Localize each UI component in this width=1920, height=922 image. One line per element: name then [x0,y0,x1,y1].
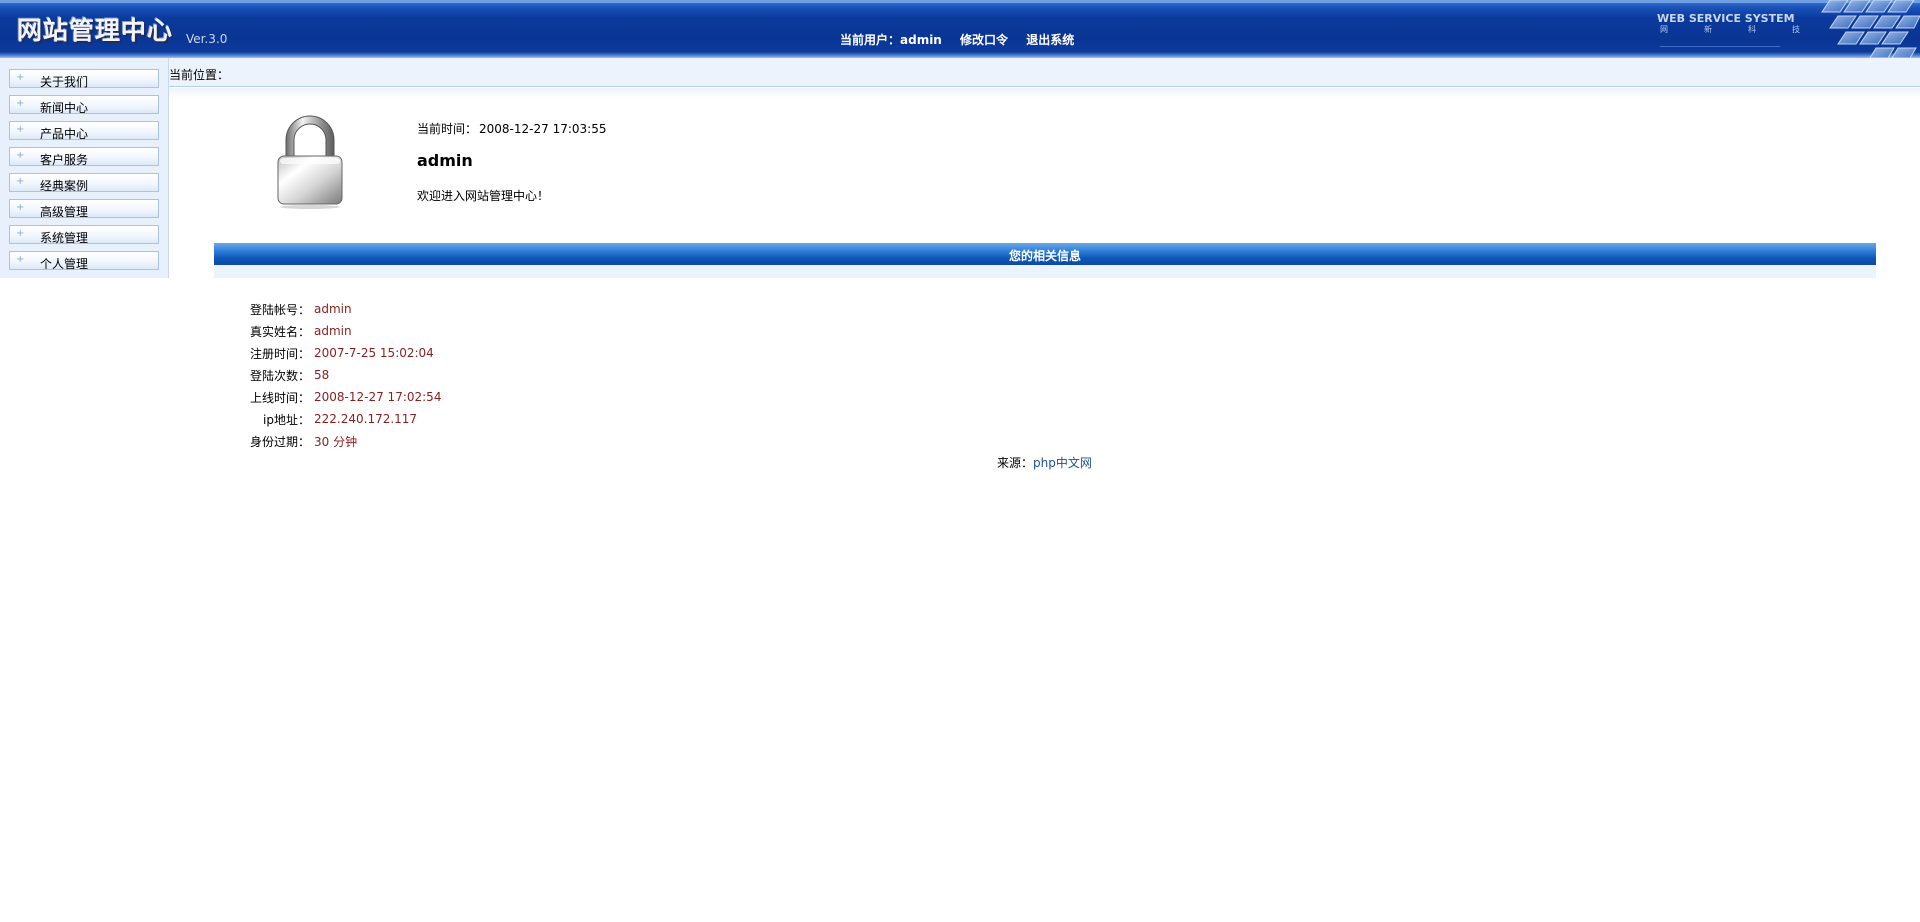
info-key: 登陆次数： [249,368,310,383]
info-section-header: 您的相关信息 [214,243,1876,265]
sidebar-item-advanced[interactable]: + 高级管理 [9,199,159,219]
info-key: ip地址： [263,412,310,427]
plus-icon: + [16,124,25,135]
plus-icon: + [16,228,25,239]
table-row: ip地址： 222.240.172.117 [240,408,441,430]
current-time-label: 当前时间： [417,122,478,136]
info-value: 2007-7-25 15:02:04 [314,346,434,360]
change-password-link[interactable]: 修改口令 [960,33,1008,47]
info-value: 222.240.172.117 [314,412,418,426]
sidebar-item-label: 关于我们 [40,75,89,89]
breadcrumb: 当前位置： [169,68,230,82]
source-link[interactable]: php中文网 [1033,456,1092,470]
info-section-band [214,265,1876,278]
info-section-title: 您的相关信息 [1008,249,1081,263]
logout-link[interactable]: 退出系统 [1026,33,1074,47]
info-key: 身份过期： [249,434,310,449]
plus-icon: + [16,202,25,213]
current-user-label: 当前用户：admin [840,33,942,47]
info-value: 30 分钟 [314,434,358,449]
table-row: 注册时间： 2007-7-25 15:02:04 [240,342,441,364]
brand-chinese: 网 新 科 技 [1660,24,1800,35]
top-nav: 当前用户：admin 修改口令 退出系统 [840,31,1088,48]
brand-char: 科 [1748,25,1756,34]
sidebar-item-cases[interactable]: + 经典案例 [9,173,159,193]
sidebar-item-label: 新闻中心 [40,101,89,115]
sidebar-item-label: 产品中心 [40,127,89,141]
glass-tiles-decoration [1821,0,1920,58]
source-credit: 来源：php中文网 [997,454,1092,471]
info-value: admin [314,302,352,316]
sidebar-item-products[interactable]: + 产品中心 [9,121,159,141]
info-key: 真实姓名： [249,324,310,339]
sidebar-item-about[interactable]: + 关于我们 [9,69,159,89]
info-value: admin [314,324,352,338]
header-banner: 网站管理中心 Ver.3.0 当前用户：admin 修改口令 退出系统 WEB … [0,0,1920,58]
sidebar-item-news[interactable]: + 新闻中心 [9,95,159,115]
table-row: 真实姓名： admin [240,320,441,342]
breadcrumb-shadow [169,88,1920,98]
version-label: Ver.3.0 [186,32,228,46]
info-value: 58 [314,368,330,382]
table-row: 登陆次数： 58 [240,364,441,386]
info-value: 2008-12-27 17:02:54 [314,390,442,404]
header-top-line [0,0,1920,3]
current-time: 当前时间： 2008-12-27 17:03:55 [417,120,606,137]
plus-icon: + [16,72,25,83]
plus-icon: + [16,176,25,187]
brand-char: 网 [1660,25,1668,34]
info-key: 登陆帐号： [249,302,310,317]
sidebar-item-system[interactable]: + 系统管理 [9,225,159,245]
brand-divider [1660,46,1780,47]
brand-char: 技 [1792,25,1800,34]
sidebar-item-label: 高级管理 [40,205,89,219]
sidebar-item-service[interactable]: + 客户服务 [9,147,159,167]
current-time-value: 2008-12-27 17:03:55 [479,122,607,136]
table-row: 上线时间： 2008-12-27 17:02:54 [240,386,441,408]
plus-icon: + [16,98,25,109]
table-row: 身份过期： 30 分钟 [240,430,441,452]
welcome-username: admin [417,151,473,170]
info-key: 上线时间： [249,390,310,405]
sidebar-item-label: 系统管理 [40,231,89,245]
site-logo: 网站管理中心 [17,16,174,45]
breadcrumb-bar: 当前位置： [169,58,1920,87]
info-key: 注册时间： [249,346,310,361]
plus-icon: + [16,150,25,161]
table-row: 登陆帐号： admin [240,298,441,320]
sidebar-item-label: 经典案例 [40,179,89,193]
user-info-table: 登陆帐号： admin 真实姓名： admin 注册时间： 2007-7-25 … [240,298,441,452]
sidebar-item-label: 个人管理 [40,257,89,271]
plus-icon: + [16,254,25,265]
sidebar-item-personal[interactable]: + 个人管理 [9,251,159,271]
source-label: 来源： [997,456,1034,470]
lock-icon [277,115,343,209]
welcome-message: 欢迎进入网站管理中心！ [417,189,550,203]
sidebar-item-label: 客户服务 [40,153,89,167]
sidebar: + 关于我们 + 新闻中心 + 产品中心 + 客户服务 + 经典案例 + 高级管… [0,58,169,278]
brand-char: 新 [1704,25,1712,34]
